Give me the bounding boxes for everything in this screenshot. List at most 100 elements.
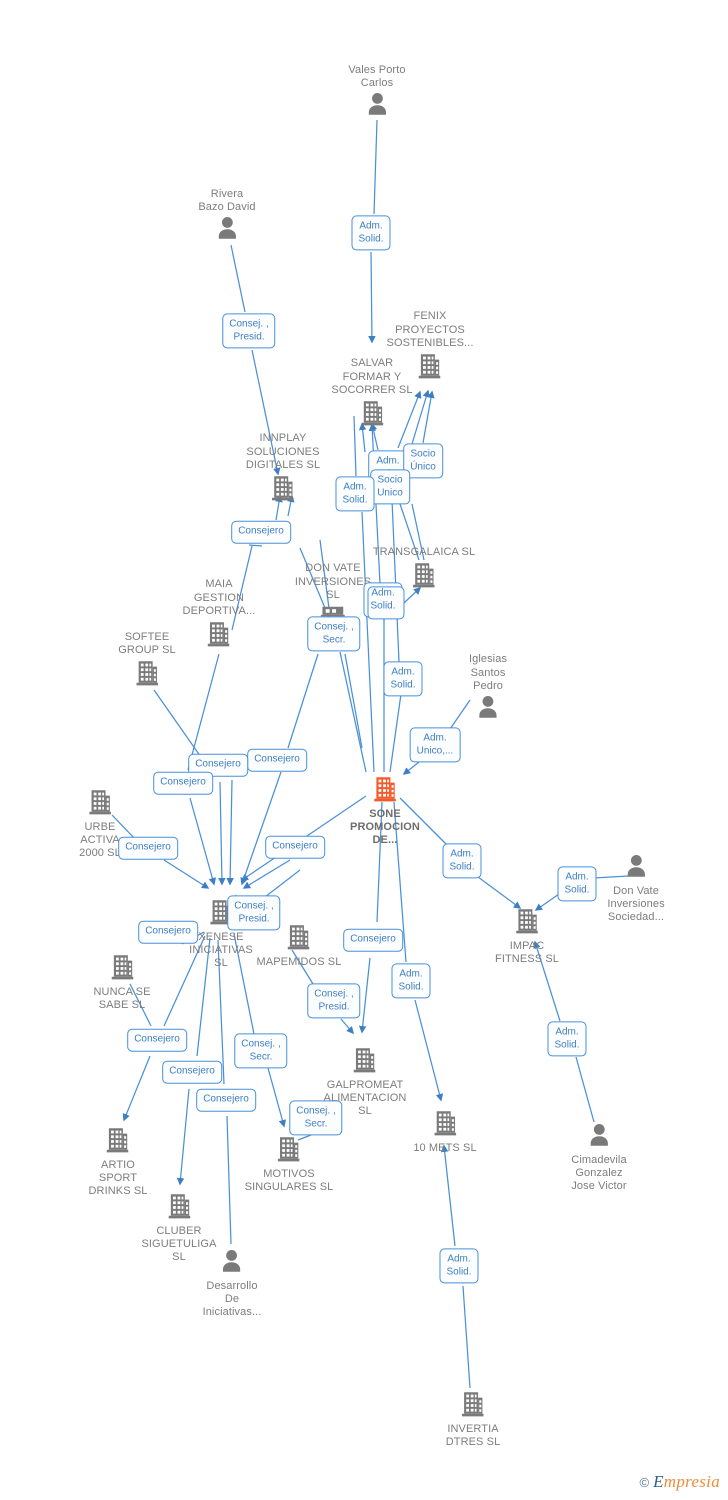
relationship-label[interactable]: Adm. Solid. xyxy=(442,843,482,879)
company-building-icon xyxy=(107,1128,129,1153)
relationship-label[interactable]: Consejero xyxy=(196,1088,256,1112)
relationship-label[interactable]: Adm. Solid. xyxy=(547,1021,587,1057)
relationship-label[interactable]: Adm. Solid. xyxy=(351,215,391,251)
company-icon xyxy=(413,1108,476,1141)
node-label: MAPEMIDOS SL xyxy=(256,956,342,968)
node-label: DON VATE INVERSIONES SL xyxy=(294,562,372,601)
node-maia[interactable]: MAIA GESTION DEPORTIVA... xyxy=(183,578,256,652)
node-vales[interactable]: Vales Porto Carlos xyxy=(348,64,405,122)
company-icon xyxy=(183,619,256,652)
node-impac[interactable]: IMPAC FITNESS SL xyxy=(495,906,559,966)
relationship-label[interactable]: Adm. Solid. xyxy=(557,866,597,902)
relationship-label[interactable]: Consej. , Secr. xyxy=(307,616,361,652)
relationship-label[interactable]: Consej. , Secr. xyxy=(234,1033,288,1069)
company-building-icon xyxy=(413,563,435,588)
empresia-watermark: © Empresia xyxy=(639,1472,720,1492)
node-innplay[interactable]: INNPLAY SOLUCIONES DIGITALES SL xyxy=(246,432,320,506)
node-diezmets[interactable]: 10 METS SL xyxy=(413,1108,477,1155)
company-building-icon xyxy=(374,777,396,802)
node-urbe[interactable]: URBE ACTIVA 2000 SL xyxy=(79,787,121,861)
relationship-label[interactable]: Consejero xyxy=(138,920,198,944)
node-label: Iglesias Santos Pedro xyxy=(468,653,508,692)
relationship-label[interactable]: Consej. , Presid. xyxy=(227,895,281,931)
node-label: Desarrollo De Iniciativas... xyxy=(202,1280,262,1319)
node-motivos[interactable]: MOTIVOS SINGULARES SL xyxy=(245,1134,334,1194)
company-icon xyxy=(79,787,121,820)
company-building-icon xyxy=(462,1392,484,1417)
relationship-label[interactable]: Consejero xyxy=(247,748,307,772)
relationship-label[interactable]: Consejero xyxy=(162,1060,222,1084)
node-donvate_p[interactable]: Don Vate Inversiones Sociedad... xyxy=(607,853,665,925)
brand-logo: Empresia xyxy=(653,1472,720,1491)
relationship-label[interactable]: Consej. , Presid. xyxy=(307,983,361,1019)
relationship-label[interactable]: Socio Unico xyxy=(370,469,410,505)
relationship-label[interactable]: Consejero xyxy=(127,1028,187,1052)
company-building-icon xyxy=(419,354,441,379)
copyright-icon: © xyxy=(639,1474,650,1490)
node-label: Vales Porto Carlos xyxy=(348,63,406,89)
relationship-label[interactable]: Consejero xyxy=(153,771,213,795)
company-building-icon xyxy=(111,955,133,980)
company-building-icon xyxy=(208,622,230,647)
node-label: INVERTIA DTRES SL xyxy=(445,1423,501,1449)
node-desarrollo[interactable]: Desarrollo De Iniciativas... xyxy=(203,1248,262,1320)
relationship-label[interactable]: Consejero xyxy=(343,928,403,952)
person-avatar-icon xyxy=(348,91,405,122)
company-building-icon xyxy=(89,790,111,815)
node-label: ARTIO SPORT DRINKS SL xyxy=(88,1159,148,1198)
company-icon xyxy=(118,658,175,691)
company-building-icon xyxy=(168,1194,190,1219)
company-building-icon xyxy=(272,476,294,501)
company-building-icon xyxy=(361,401,383,426)
relationship-label[interactable]: Adm. Solid. xyxy=(391,963,431,999)
relationship-label[interactable]: Adm. Solid. xyxy=(363,582,405,620)
company-building-icon xyxy=(434,1111,456,1136)
node-rivera[interactable]: Rivera Bazo David xyxy=(198,187,256,246)
relationship-label[interactable]: Consejero xyxy=(265,835,325,859)
node-label: SOFTEE GROUP SL xyxy=(118,630,176,656)
relationship-label[interactable]: Consej. , Presid. xyxy=(222,313,276,349)
node-label: SONE PROMOCION DE... xyxy=(350,808,420,847)
person-avatar-icon xyxy=(571,1122,626,1153)
company-icon xyxy=(246,473,320,506)
company-icon xyxy=(495,906,559,939)
person-avatar-icon xyxy=(469,694,507,725)
relationship-label[interactable]: Consejero xyxy=(118,836,178,860)
node-sone[interactable]: SONE PROMOCION DE... xyxy=(350,774,420,848)
person-icon xyxy=(368,93,386,115)
company-building-icon xyxy=(516,909,538,934)
node-artio[interactable]: ARTIO SPORT DRINKS SL xyxy=(89,1125,148,1199)
node-label: MAIA GESTION DEPORTIVA... xyxy=(182,578,256,617)
company-building-icon xyxy=(354,1048,376,1073)
company-building-icon xyxy=(278,1137,300,1162)
node-label: INNPLAY SOLUCIONES DIGITALES SL xyxy=(245,432,321,471)
company-building-icon xyxy=(136,661,158,686)
relationship-label[interactable]: Consej. , Secr. xyxy=(289,1100,343,1136)
node-softee[interactable]: SOFTEE GROUP SL xyxy=(118,630,176,691)
node-cimadevila[interactable]: Cimadevila Gonzalez Jose Victor xyxy=(571,1122,627,1194)
node-salvar[interactable]: SALVAR FORMAR Y SOCORRER SL xyxy=(331,357,412,431)
node-iglesias[interactable]: Iglesias Santos Pedro xyxy=(469,653,507,725)
relationship-label[interactable]: Adm. Solid. xyxy=(439,1248,479,1284)
low-building-icon xyxy=(320,606,345,617)
person-icon xyxy=(223,1250,241,1272)
company-icon xyxy=(331,398,412,431)
node-label: MOTIVOS SINGULARES SL xyxy=(244,1168,334,1194)
person-avatar-icon xyxy=(203,1248,262,1279)
relationship-label[interactable]: Consejero xyxy=(231,520,291,544)
company-icon xyxy=(446,1389,501,1422)
node-label: Cimadevila Gonzalez Jose Victor xyxy=(571,1154,627,1193)
node-label: 10 METS SL xyxy=(413,1142,477,1154)
node-label: NUNCA SE SABE SL xyxy=(93,986,151,1012)
node-invertia[interactable]: INVERTIA DTRES SL xyxy=(446,1389,501,1449)
node-donvate_c[interactable]: DON VATE INVERSIONES SL xyxy=(295,562,371,622)
relationship-label[interactable]: Adm. Solid. xyxy=(335,476,375,512)
network-diagram-canvas: Vales Porto Carlos Rivera Bazo David FENIX… xyxy=(0,0,728,1500)
relationship-label[interactable]: Adm. Solid. xyxy=(383,661,423,697)
node-label: XENESE INICIATIVAS SL xyxy=(189,931,253,970)
relationship-label[interactable]: Adm. Unico,... xyxy=(409,727,461,763)
company-icon xyxy=(324,1045,407,1078)
company-building-icon xyxy=(288,925,310,950)
node-label: Rivera Bazo David xyxy=(198,187,256,213)
node-nunca[interactable]: NUNCA SE SABE SL xyxy=(93,952,150,1012)
